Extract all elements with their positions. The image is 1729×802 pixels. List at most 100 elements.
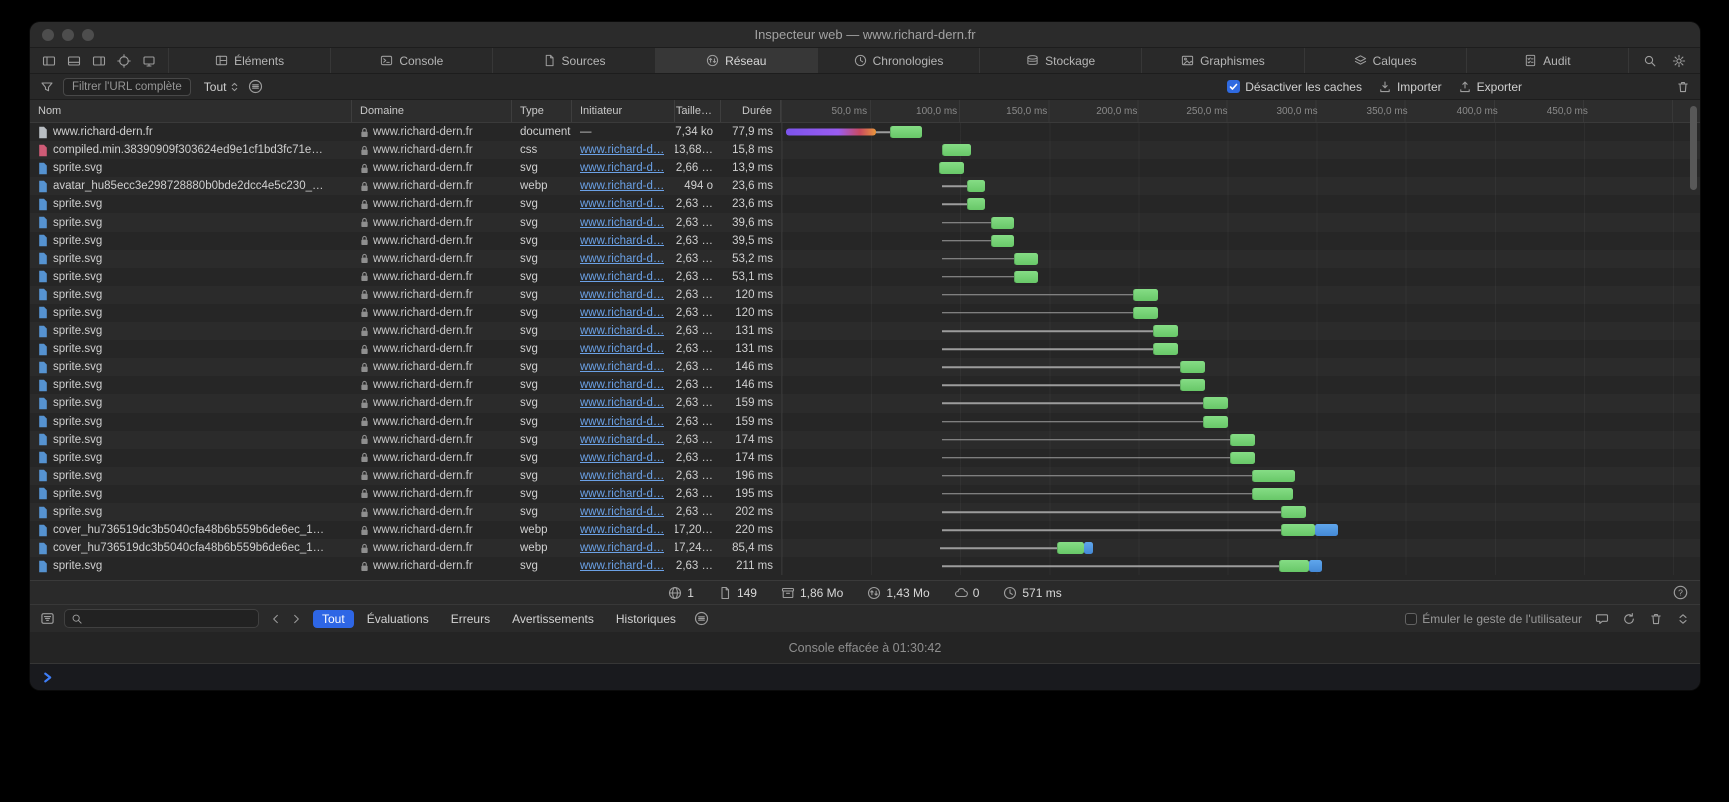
- console-options-circle-icon[interactable]: [694, 611, 709, 626]
- tab-stockage[interactable]: Stockage: [979, 48, 1141, 73]
- col-header-domaine[interactable]: Domaine: [352, 100, 512, 122]
- search-icon[interactable]: [1643, 54, 1657, 68]
- table-row[interactable]: sprite.svgwww.richard-dern.frsvgwww.rich…: [30, 485, 1700, 503]
- sidebar-left-icon[interactable]: [42, 54, 56, 68]
- col-header-duree[interactable]: Durée: [721, 100, 781, 122]
- table-row[interactable]: sprite.svgwww.richard-dern.frsvgwww.rich…: [30, 159, 1700, 177]
- console-tab-evaluations[interactable]: Évaluations: [358, 610, 438, 628]
- zoom-window-button[interactable]: [82, 29, 94, 41]
- console-sidebar-icon[interactable]: [40, 611, 55, 626]
- export-button[interactable]: Exporter: [1458, 80, 1522, 94]
- table-row[interactable]: sprite.svgwww.richard-dern.frsvgwww.rich…: [30, 286, 1700, 304]
- reload-icon[interactable]: [1622, 612, 1636, 626]
- table-row[interactable]: cover_hu736519dc3b5040cfa48b6b559b6de6ec…: [30, 539, 1700, 557]
- initiator-link[interactable]: www.richard-d…: [580, 253, 664, 265]
- table-row[interactable]: sprite.svgwww.richard-dern.frsvgwww.rich…: [30, 232, 1700, 250]
- tab-calques[interactable]: Calques: [1304, 48, 1466, 73]
- console-tab-erreurs[interactable]: Erreurs: [442, 610, 499, 628]
- table-row[interactable]: sprite.svgwww.richard-dern.frsvgwww.rich…: [30, 431, 1700, 449]
- speech-bubble-icon[interactable]: [1595, 612, 1609, 626]
- initiator-link[interactable]: www.richard-d…: [580, 524, 664, 536]
- initiator-link[interactable]: www.richard-d…: [580, 144, 664, 156]
- col-header-nom[interactable]: Nom: [30, 100, 352, 122]
- initiator-link[interactable]: www.richard-d…: [580, 416, 664, 428]
- device-icon[interactable]: [142, 54, 156, 68]
- initiator-link[interactable]: www.richard-d…: [580, 198, 664, 210]
- tab-elements[interactable]: Éléments: [168, 48, 330, 73]
- close-window-button[interactable]: [42, 29, 54, 41]
- minimize-window-button[interactable]: [62, 29, 74, 41]
- initiator-link[interactable]: www.richard-d…: [580, 325, 664, 337]
- sidebar-right-icon[interactable]: [92, 54, 106, 68]
- console-tab-tout[interactable]: Tout: [313, 610, 354, 628]
- initiator-link[interactable]: www.richard-d…: [580, 361, 664, 373]
- initiator-link[interactable]: www.richard-d…: [580, 289, 664, 301]
- console-tab-avertissements[interactable]: Avertissements: [503, 610, 603, 628]
- initiator-link[interactable]: www.richard-d…: [580, 162, 664, 174]
- emulate-gesture-checkbox[interactable]: Émuler le geste de l'utilisateur: [1405, 612, 1582, 626]
- table-row[interactable]: sprite.svgwww.richard-dern.frsvgwww.rich…: [30, 250, 1700, 268]
- initiator-link[interactable]: www.richard-d…: [580, 506, 664, 518]
- table-row[interactable]: sprite.svgwww.richard-dern.frsvgwww.rich…: [30, 268, 1700, 286]
- table-row[interactable]: sprite.svgwww.richard-dern.frsvgwww.rich…: [30, 340, 1700, 358]
- initiator-link[interactable]: www.richard-d…: [580, 434, 664, 446]
- initiator-link[interactable]: www.richard-d…: [580, 235, 664, 247]
- vertical-scrollbar[interactable]: [1690, 106, 1697, 190]
- initiator-link[interactable]: www.richard-d…: [580, 470, 664, 482]
- console-search-input[interactable]: [64, 609, 259, 628]
- element-picker-icon[interactable]: [117, 54, 131, 68]
- table-row[interactable]: sprite.svgwww.richard-dern.frsvgwww.rich…: [30, 376, 1700, 394]
- table-row[interactable]: sprite.svgwww.richard-dern.frsvgwww.rich…: [30, 413, 1700, 431]
- table-row[interactable]: sprite.svgwww.richard-dern.frsvgwww.rich…: [30, 394, 1700, 412]
- tab-chronologies[interactable]: Chronologies: [817, 48, 979, 73]
- table-row[interactable]: cover_hu736519dc3b5040cfa48b6b559b6de6ec…: [30, 521, 1700, 539]
- dock-bottom-icon[interactable]: [67, 54, 81, 68]
- resource-type-select[interactable]: Tout: [204, 80, 240, 94]
- initiator-link[interactable]: www.richard-d…: [580, 180, 664, 192]
- collapse-chevrons-icon[interactable]: [1676, 612, 1690, 626]
- tab-sources[interactable]: Sources: [492, 48, 654, 73]
- initiator-link[interactable]: www.richard-d…: [580, 542, 664, 554]
- chevron-left-icon[interactable]: [270, 613, 281, 625]
- initiator-link[interactable]: www.richard-d…: [580, 488, 664, 500]
- table-row[interactable]: sprite.svgwww.richard-dern.frsvgwww.rich…: [30, 467, 1700, 485]
- console-prompt[interactable]: [30, 664, 1700, 690]
- help-icon[interactable]: ?: [1673, 585, 1688, 600]
- tab-reseau[interactable]: Réseau: [655, 48, 817, 73]
- table-row[interactable]: avatar_hu85ecc3e298728880b0bde2dcc4e5c23…: [30, 177, 1700, 195]
- table-row[interactable]: compiled.min.38390909f303624ed9e1cf1bd3f…: [30, 141, 1700, 159]
- table-row[interactable]: sprite.svgwww.richard-dern.frsvgwww.rich…: [30, 503, 1700, 521]
- tab-graphismes[interactable]: Graphismes: [1141, 48, 1303, 73]
- url-filter-input[interactable]: Filtrer l'URL complète: [63, 78, 191, 96]
- options-circle-icon[interactable]: [248, 79, 263, 94]
- table-row[interactable]: sprite.svgwww.richard-dern.frsvgwww.rich…: [30, 358, 1700, 376]
- tab-audit[interactable]: Audit: [1466, 48, 1628, 73]
- initiator-link[interactable]: www.richard-d…: [580, 452, 664, 464]
- table-row[interactable]: www.richard-dern.frwww.richard-dern.frdo…: [30, 123, 1700, 141]
- table-row[interactable]: sprite.svgwww.richard-dern.frsvgwww.rich…: [30, 213, 1700, 231]
- initiator-link[interactable]: www.richard-d…: [580, 397, 664, 409]
- console-tab-historiques[interactable]: Historiques: [607, 610, 685, 628]
- clear-network-trash-icon[interactable]: [1676, 80, 1690, 94]
- disable-caches-checkbox[interactable]: Désactiver les caches: [1227, 80, 1362, 94]
- initiator-link[interactable]: www.richard-d…: [580, 217, 664, 229]
- table-row[interactable]: sprite.svgwww.richard-dern.frsvgwww.rich…: [30, 195, 1700, 213]
- col-header-initiateur[interactable]: Initiateur: [572, 100, 675, 122]
- table-row[interactable]: sprite.svgwww.richard-dern.frsvgwww.rich…: [30, 557, 1700, 575]
- chevron-right-icon[interactable]: [291, 613, 302, 625]
- table-row[interactable]: sprite.svgwww.richard-dern.frsvgwww.rich…: [30, 304, 1700, 322]
- table-row[interactable]: sprite.svgwww.richard-dern.frsvgwww.rich…: [30, 449, 1700, 467]
- initiator-link[interactable]: www.richard-d…: [580, 271, 664, 283]
- initiator-link[interactable]: www.richard-d…: [580, 307, 664, 319]
- initiator-link[interactable]: www.richard-d…: [580, 343, 664, 355]
- col-header-type[interactable]: Type: [512, 100, 572, 122]
- funnel-icon[interactable]: [40, 80, 54, 94]
- initiator-link[interactable]: www.richard-d…: [580, 560, 664, 572]
- clear-console-trash-icon[interactable]: [1649, 612, 1663, 626]
- initiator-link[interactable]: www.richard-d…: [580, 379, 664, 391]
- import-button[interactable]: Importer: [1378, 80, 1442, 94]
- tab-console[interactable]: Console: [330, 48, 492, 73]
- table-row[interactable]: sprite.svgwww.richard-dern.frsvgwww.rich…: [30, 322, 1700, 340]
- col-header-taille[interactable]: Taille…: [675, 100, 721, 122]
- gear-icon[interactable]: [1672, 54, 1686, 68]
